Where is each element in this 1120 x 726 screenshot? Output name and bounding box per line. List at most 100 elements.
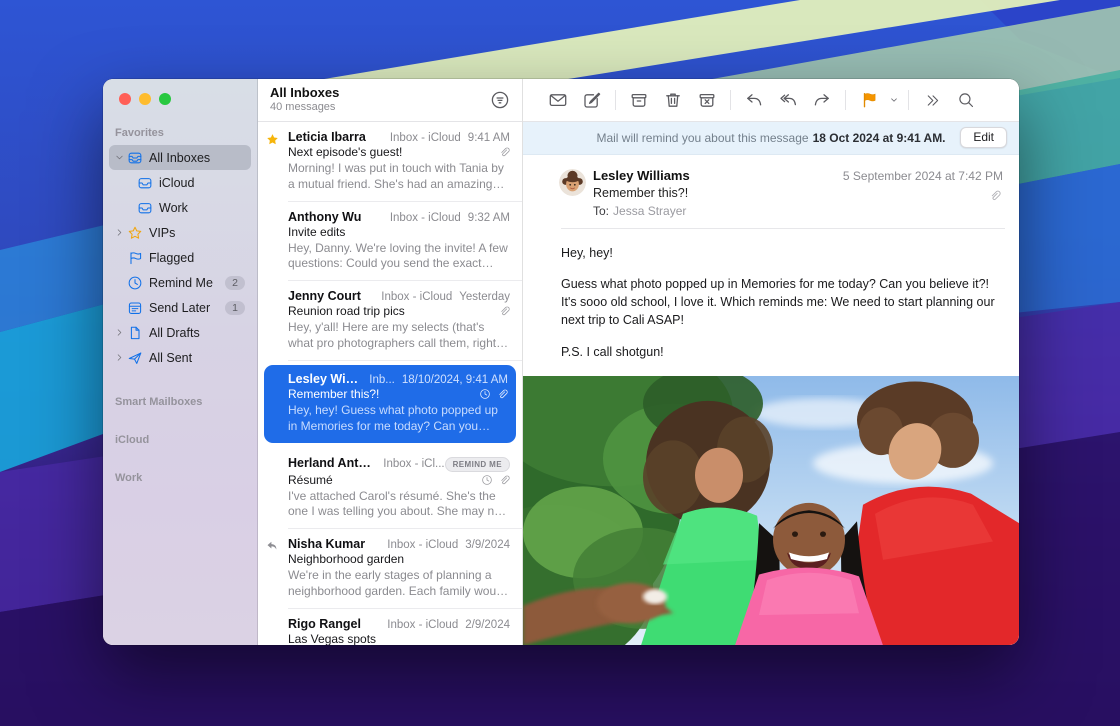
recipient-name[interactable]: Jessa Strayer — [613, 204, 686, 218]
sidebar-item-label: Flagged — [149, 251, 247, 265]
toolbar-separator — [845, 90, 846, 110]
list-item-anthony-wu-1[interactable]: Anthony Wu Inbox - iCloud 9:32 AM Invite… — [258, 202, 522, 282]
message-subject: Résumé — [288, 473, 333, 487]
message-subject: Next episode's guest! — [288, 145, 402, 159]
message-header: Lesley Williams Remember this?! To:Jessa… — [523, 155, 1019, 229]
body-paragraph: Hey, hey! — [561, 244, 997, 262]
sidebar-item-vips[interactable]: VIPs — [109, 220, 251, 245]
message-sender: Leticia Ibarra — [288, 130, 366, 144]
archive-icon[interactable] — [622, 86, 656, 114]
message-sender: Herland Antezana — [288, 456, 375, 470]
minimize-window-button[interactable] — [139, 93, 151, 105]
attachment-photo[interactable] — [523, 376, 1019, 645]
inbox-tray-icon — [135, 200, 154, 216]
paperclip-icon — [498, 146, 510, 158]
remind-me-badge: REMIND ME — [445, 457, 510, 472]
message-count: 40 messages — [270, 101, 490, 113]
message-subject: Las Vegas spots — [288, 632, 376, 645]
sidebar-item-all-drafts[interactable]: All Drafts — [109, 320, 251, 345]
replied-arrow-icon — [266, 540, 280, 552]
unread-badge: 1 — [225, 301, 245, 315]
message-sender: Anthony Wu — [288, 210, 361, 224]
zoom-window-button[interactable] — [159, 93, 171, 105]
message-subject: Neighborhood garden — [288, 552, 404, 566]
search-icon[interactable] — [949, 86, 983, 114]
reply-all-icon[interactable] — [771, 86, 805, 114]
to-label: To: — [593, 204, 609, 218]
message-sender: Jenny Court — [288, 289, 361, 303]
sidebar-item-remind-me[interactable]: Remind Me2 — [109, 270, 251, 295]
list-item-leticia-ibarra-0[interactable]: Leticia Ibarra Inbox - iCloud 9:41 AM Ne… — [258, 122, 522, 202]
forward-icon[interactable] — [805, 86, 839, 114]
mail-window: Favorites All Inboxes iCloud Work VIPs Flagge… — [103, 79, 1019, 645]
message-preview: Hey, y'all! Here are my selects (that's … — [288, 320, 510, 352]
message-list-header: All Inboxes 40 messages — [258, 79, 522, 122]
message-mailbox: Inb... — [361, 374, 395, 386]
sidebar-item-all-sent[interactable]: All Sent — [109, 345, 251, 370]
sidebar: Favorites All Inboxes iCloud Work VIPs Flagge… — [103, 79, 258, 645]
sidebar-item-icloud[interactable]: iCloud — [109, 170, 251, 195]
junk-icon[interactable] — [690, 86, 724, 114]
message-preview: Hey, Danny. We're loving the invite! A f… — [288, 241, 510, 273]
message-subject: Remember this?! — [288, 387, 379, 401]
message-mailbox: Inbox - iCloud — [379, 539, 458, 551]
message-mailbox: Inbox - iCl... — [375, 458, 444, 470]
star-icon — [125, 225, 144, 241]
window-controls — [103, 93, 257, 105]
message-sender: Rigo Rangel — [288, 617, 361, 631]
remind-banner-datetime: 18 Oct 2024 at 9:41 AM. — [813, 131, 946, 145]
list-item-rigo-rangel-6[interactable]: Rigo Rangel Inbox - iCloud 2/9/2024 Las … — [258, 609, 522, 645]
chevron-right-icon[interactable] — [113, 327, 125, 338]
body-paragraph: P.S. I call shotgun! — [561, 343, 997, 361]
flag-menu-icon[interactable] — [886, 86, 902, 114]
body-paragraph: Guess what photo popped up in Memories f… — [561, 275, 997, 329]
list-item-herland-antezana-4[interactable]: Herland Antezana Inbox - iCl...REMIND ME… — [258, 448, 522, 530]
message-subject: Remember this?! — [593, 186, 1003, 200]
recipient-line: To: Jessa Strayer — [593, 204, 1003, 218]
reminder-clock-icon — [479, 388, 491, 400]
sidebar-item-work[interactable]: Work — [109, 195, 251, 220]
paperclip-icon — [498, 474, 510, 486]
message-preview: We're in the early stages of planning a … — [288, 568, 510, 600]
list-item-nisha-kumar-5[interactable]: Nisha Kumar Inbox - iCloud 3/9/2024 Neig… — [258, 529, 522, 609]
list-item-jenny-court-2[interactable]: Jenny Court Inbox - iCloud Yesterday Reu… — [258, 281, 522, 361]
sidebar-section-header-work: Work — [103, 472, 257, 484]
trash-icon[interactable] — [656, 86, 690, 114]
calendar-icon — [125, 300, 144, 316]
reply-icon[interactable] — [737, 86, 771, 114]
inbox-stack-icon — [125, 150, 144, 166]
sidebar-item-label: VIPs — [149, 226, 247, 240]
message-preview: Morning! I was put in touch with Tania b… — [288, 161, 510, 193]
message-date: 5 September 2024 at 7:42 PM — [843, 169, 1003, 183]
sidebar-item-all-inboxes[interactable]: All Inboxes — [109, 145, 251, 170]
star-icon[interactable] — [266, 133, 280, 146]
chevron-right-icon[interactable] — [113, 227, 125, 238]
remind-banner: Mail will remind you about this message … — [523, 122, 1019, 155]
chevron-right-icon[interactable] — [113, 352, 125, 363]
inbox-tray-icon — [135, 175, 154, 191]
close-window-button[interactable] — [119, 93, 131, 105]
sidebar-item-label: Work — [159, 201, 247, 215]
message-time: 3/9/2024 — [465, 539, 510, 551]
edit-reminder-button[interactable]: Edit — [960, 127, 1007, 148]
sidebar-item-label: iCloud — [159, 176, 247, 190]
message-time: 18/10/2024, 9:41 AM — [402, 374, 508, 386]
toolbar — [523, 79, 1019, 122]
list-item-lesley-will-3[interactable]: Lesley Will... Inb... 18/10/2024, 9:41 A… — [264, 365, 516, 443]
sidebar-item-flagged[interactable]: Flagged — [109, 245, 251, 270]
attachment-paperclip-icon[interactable] — [988, 189, 1001, 202]
paperclip-icon — [498, 305, 510, 317]
flag-icon[interactable] — [852, 86, 886, 114]
compose-icon[interactable] — [575, 86, 609, 114]
sidebar-section-header-favorites: Favorites — [103, 127, 257, 139]
message-mailbox: Inbox - iCloud — [382, 132, 461, 144]
message-time: Yesterday — [459, 291, 510, 303]
message-mailbox: Inbox - iCloud — [382, 212, 461, 224]
more-toolbar-items-icon[interactable] — [915, 86, 949, 114]
get-mail-icon[interactable] — [541, 86, 575, 114]
sidebar-item-label: All Inboxes — [149, 151, 247, 165]
filter-icon[interactable] — [490, 90, 510, 110]
sidebar-item-send-later[interactable]: Send Later1 — [109, 295, 251, 320]
unread-badge: 2 — [225, 276, 245, 290]
chevron-down-icon[interactable] — [113, 152, 125, 163]
